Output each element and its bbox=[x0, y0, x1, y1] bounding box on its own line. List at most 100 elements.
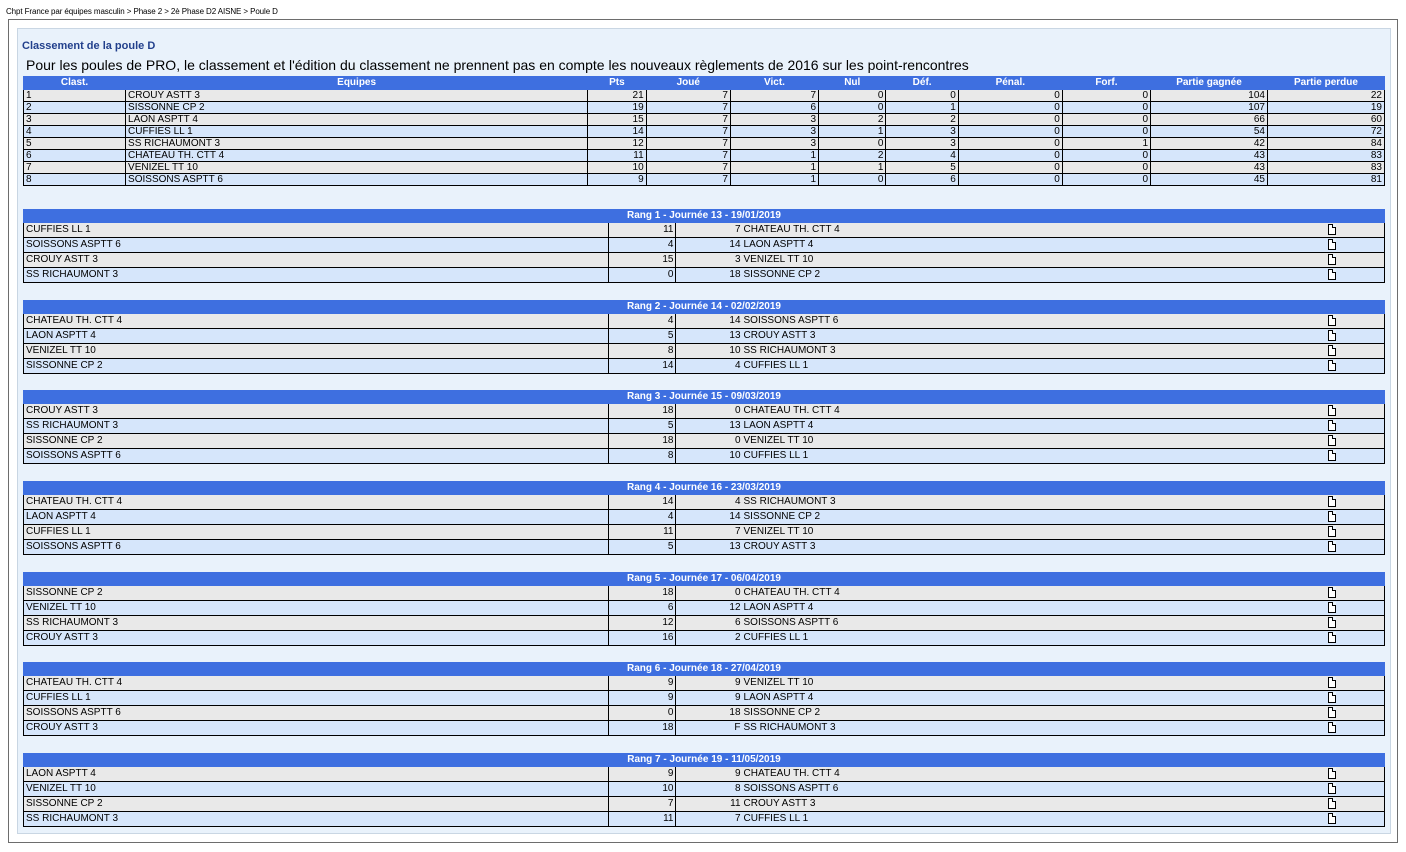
match-sheet-cell[interactable] bbox=[1325, 630, 1385, 646]
document-icon[interactable] bbox=[1327, 797, 1336, 809]
match-away-team[interactable]: VENIZEL TT 10 bbox=[741, 252, 1326, 268]
document-icon[interactable] bbox=[1327, 586, 1336, 598]
col-header-losses[interactable]: Déf. bbox=[885, 76, 959, 90]
match-home-team[interactable]: SOISSONS ASPTT 6 bbox=[22, 237, 609, 253]
standings-cell-team[interactable]: CROUY ASTT 3 bbox=[125, 89, 589, 102]
match-away-team[interactable]: CUFFIES LL 1 bbox=[741, 630, 1326, 646]
match-sheet-cell[interactable] bbox=[1325, 418, 1385, 434]
match-sheet-cell[interactable] bbox=[1325, 433, 1385, 449]
match-away-team[interactable]: LAON ASPTT 4 bbox=[741, 690, 1326, 706]
match-home-team[interactable]: SOISSONS ASPTT 6 bbox=[22, 539, 609, 555]
match-away-team[interactable]: SS RICHAUMONT 3 bbox=[741, 343, 1326, 359]
match-away-team[interactable]: SISSONNE CP 2 bbox=[741, 509, 1326, 525]
document-icon[interactable] bbox=[1327, 359, 1336, 371]
col-header-games-won[interactable]: Partie gagnée bbox=[1150, 76, 1268, 90]
match-away-team[interactable]: SISSONNE CP 2 bbox=[741, 267, 1326, 283]
match-away-team[interactable]: SISSONNE CP 2 bbox=[741, 705, 1326, 721]
match-away-team[interactable]: SOISSONS ASPTT 6 bbox=[741, 781, 1326, 797]
match-sheet-cell[interactable] bbox=[1325, 781, 1385, 797]
match-home-team[interactable]: CROUY ASTT 3 bbox=[22, 630, 609, 646]
document-icon[interactable] bbox=[1327, 706, 1336, 718]
col-header-played[interactable]: Joué bbox=[645, 76, 731, 90]
document-icon[interactable] bbox=[1327, 540, 1336, 552]
document-icon[interactable] bbox=[1327, 404, 1336, 416]
match-away-team[interactable]: VENIZEL TT 10 bbox=[741, 524, 1326, 540]
match-sheet-cell[interactable] bbox=[1325, 615, 1385, 631]
match-sheet-cell[interactable] bbox=[1325, 524, 1385, 540]
col-header-team[interactable]: Equipes bbox=[125, 76, 589, 90]
document-icon[interactable] bbox=[1327, 676, 1336, 688]
document-icon[interactable] bbox=[1327, 721, 1336, 733]
match-away-team[interactable]: LAON ASPTT 4 bbox=[741, 418, 1326, 434]
match-sheet-cell[interactable] bbox=[1325, 448, 1385, 464]
match-sheet-cell[interactable] bbox=[1325, 509, 1385, 525]
match-away-team[interactable]: LAON ASPTT 4 bbox=[741, 600, 1326, 616]
match-away-team[interactable]: CHATEAU TH. CTT 4 bbox=[741, 222, 1326, 238]
match-away-team[interactable]: CROUY ASTT 3 bbox=[741, 796, 1326, 812]
match-home-team[interactable]: SISSONNE CP 2 bbox=[22, 358, 609, 374]
match-home-team[interactable]: VENIZEL TT 10 bbox=[22, 343, 609, 359]
standings-cell-team[interactable]: SISSONNE CP 2 bbox=[125, 101, 589, 114]
match-sheet-cell[interactable] bbox=[1325, 358, 1385, 374]
document-icon[interactable] bbox=[1327, 782, 1336, 794]
breadcrumb[interactable]: Chpt France par équipes masculin > Phase… bbox=[6, 7, 278, 16]
standings-cell-team[interactable]: CUFFIES LL 1 bbox=[125, 125, 589, 138]
document-icon[interactable] bbox=[1327, 344, 1336, 356]
match-home-team[interactable]: SS RICHAUMONT 3 bbox=[22, 811, 609, 827]
col-header-rank[interactable]: Clast. bbox=[22, 76, 127, 90]
match-sheet-cell[interactable] bbox=[1325, 237, 1385, 253]
match-away-team[interactable]: VENIZEL TT 10 bbox=[741, 675, 1326, 691]
col-header-games-lost[interactable]: Partie perdue bbox=[1266, 76, 1386, 90]
match-sheet-cell[interactable] bbox=[1325, 267, 1385, 283]
standings-cell-team[interactable]: SOISSONS ASPTT 6 bbox=[125, 173, 589, 186]
document-icon[interactable] bbox=[1327, 314, 1336, 326]
match-away-team[interactable]: SS RICHAUMONT 3 bbox=[741, 494, 1326, 510]
match-away-team[interactable]: CROUY ASTT 3 bbox=[741, 539, 1326, 555]
match-sheet-cell[interactable] bbox=[1325, 675, 1385, 691]
match-sheet-cell[interactable] bbox=[1325, 705, 1385, 721]
document-icon[interactable] bbox=[1327, 767, 1336, 779]
match-sheet-cell[interactable] bbox=[1325, 403, 1385, 419]
standings-cell-team[interactable]: SS RICHAUMONT 3 bbox=[125, 137, 589, 150]
match-sheet-cell[interactable] bbox=[1325, 539, 1385, 555]
document-icon[interactable] bbox=[1327, 223, 1336, 235]
match-home-team[interactable]: CROUY ASTT 3 bbox=[22, 252, 609, 268]
col-header-forfeits[interactable]: Forf. bbox=[1061, 76, 1152, 90]
document-icon[interactable] bbox=[1327, 253, 1336, 265]
match-home-team[interactable]: LAON ASPTT 4 bbox=[22, 328, 609, 344]
document-icon[interactable] bbox=[1327, 495, 1336, 507]
match-sheet-cell[interactable] bbox=[1325, 796, 1385, 812]
match-home-team[interactable]: SS RICHAUMONT 3 bbox=[22, 615, 609, 631]
document-icon[interactable] bbox=[1327, 510, 1336, 522]
document-icon[interactable] bbox=[1327, 691, 1336, 703]
match-home-team[interactable]: SOISSONS ASPTT 6 bbox=[22, 448, 609, 464]
match-home-team[interactable]: CHATEAU TH. CTT 4 bbox=[22, 313, 609, 329]
document-icon[interactable] bbox=[1327, 268, 1336, 280]
col-header-wins[interactable]: Vict. bbox=[729, 76, 820, 90]
match-home-team[interactable]: CROUY ASTT 3 bbox=[22, 403, 609, 419]
match-home-team[interactable]: CUFFIES LL 1 bbox=[22, 690, 609, 706]
match-home-team[interactable]: SOISSONS ASPTT 6 bbox=[22, 705, 609, 721]
match-away-team[interactable]: CHATEAU TH. CTT 4 bbox=[741, 403, 1326, 419]
standings-cell-team[interactable]: CHATEAU TH. CTT 4 bbox=[125, 149, 589, 162]
match-away-team[interactable]: SOISSONS ASPTT 6 bbox=[741, 313, 1326, 329]
match-home-team[interactable]: CHATEAU TH. CTT 4 bbox=[22, 494, 609, 510]
match-home-team[interactable]: CUFFIES LL 1 bbox=[22, 524, 609, 540]
match-home-team[interactable]: SISSONNE CP 2 bbox=[22, 585, 609, 601]
match-away-team[interactable]: LAON ASPTT 4 bbox=[741, 237, 1326, 253]
match-home-team[interactable]: VENIZEL TT 10 bbox=[22, 781, 609, 797]
match-away-team[interactable]: CUFFIES LL 1 bbox=[741, 448, 1326, 464]
match-home-team[interactable]: CUFFIES LL 1 bbox=[22, 222, 609, 238]
match-away-team[interactable]: CHATEAU TH. CTT 4 bbox=[741, 585, 1326, 601]
match-home-team[interactable]: VENIZEL TT 10 bbox=[22, 600, 609, 616]
match-sheet-cell[interactable] bbox=[1325, 328, 1385, 344]
col-header-points[interactable]: Pts bbox=[587, 76, 647, 90]
match-home-team[interactable]: LAON ASPTT 4 bbox=[22, 509, 609, 525]
document-icon[interactable] bbox=[1327, 449, 1336, 461]
match-away-team[interactable]: CUFFIES LL 1 bbox=[741, 811, 1326, 827]
match-home-team[interactable]: LAON ASPTT 4 bbox=[22, 766, 609, 782]
match-sheet-cell[interactable] bbox=[1325, 690, 1385, 706]
match-sheet-cell[interactable] bbox=[1325, 811, 1385, 827]
match-home-team[interactable]: SS RICHAUMONT 3 bbox=[22, 267, 609, 283]
standings-cell-team[interactable]: VENIZEL TT 10 bbox=[125, 161, 589, 174]
